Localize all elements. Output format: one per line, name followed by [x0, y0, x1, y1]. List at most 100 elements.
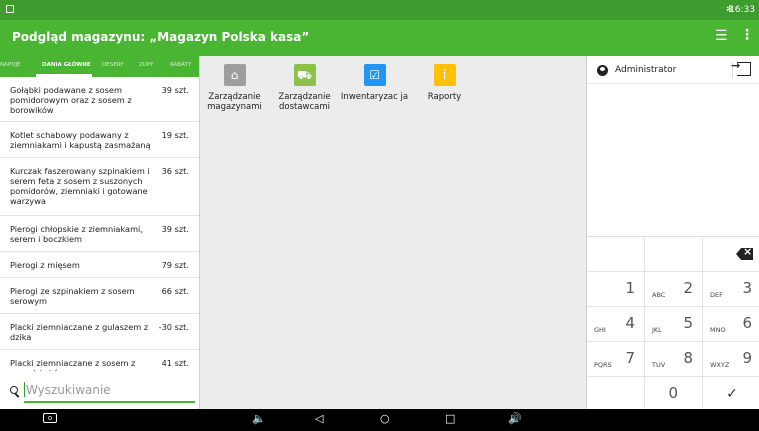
- key-letters: DEF: [710, 291, 723, 299]
- key-8[interactable]: TUV 8: [645, 342, 703, 377]
- app-bar: Podgląd magazynu: „Magazyn Polska kasa” …: [0, 20, 759, 56]
- product-list: Gołąbki podawane z sosem pomidorowym ora…: [0, 77, 199, 371]
- list-item[interactable]: Pierogi z mięsem 79 szt.: [0, 252, 199, 278]
- key-letters: WXYZ: [710, 361, 730, 369]
- key-digit: 3: [742, 279, 752, 297]
- item-name: Kotlet schabowy podawany z ziemniakami i…: [10, 130, 151, 150]
- volume-down-icon[interactable]: 🔈: [252, 412, 266, 426]
- forklift-icon: ⛟: [293, 64, 316, 86]
- volume-up-icon[interactable]: 🔊: [508, 412, 522, 426]
- tile-label: Inwentaryzac ja: [340, 92, 409, 102]
- item-qty: 36 szt.: [161, 166, 189, 176]
- item-name: Pierogi chłopskie z ziemniakami, serem i…: [10, 224, 143, 244]
- tab-napoje[interactable]: NAPOJE: [0, 62, 21, 68]
- search-input[interactable]: [26, 380, 194, 400]
- item-name: Pierogi z mięsem: [10, 260, 80, 270]
- key-digit: 9: [742, 349, 752, 367]
- tile-supplier-management[interactable]: ⛟ Zarządzanie dostawcami: [267, 64, 342, 112]
- search-bar: [0, 371, 199, 409]
- back-icon[interactable]: ◁: [315, 412, 323, 426]
- key-1[interactable]: 1: [587, 272, 645, 307]
- tile-label: Zarządzanie dostawcami: [278, 92, 331, 112]
- key-7[interactable]: PQRS 7: [587, 342, 645, 377]
- item-name: Gołąbki podawane z sosem pomidorowym ora…: [10, 85, 132, 115]
- category-tabs: NAPOJE DANIA GŁÓWNE DESERY ZUPY RABATY: [0, 56, 199, 77]
- list-item[interactable]: Placki ziemniaczane z sosem z prawdziwkó…: [0, 350, 199, 371]
- user-icon: [597, 65, 608, 76]
- key-letters: ABC: [652, 291, 666, 299]
- user-panel: Administrator 1 ABC 2 DEF 3 GHI 4 JKL 5: [586, 56, 759, 412]
- key-digit: 6: [742, 314, 752, 332]
- item-name: Kurczak faszerowany szpinakiem i serem f…: [10, 166, 150, 206]
- key-letters: MNO: [710, 326, 726, 334]
- item-name: Placki ziemniaczane z sosem z prawdziwkó…: [10, 358, 136, 371]
- list-item[interactable]: Placki ziemniaczane z gulaszem z dzika -…: [0, 314, 199, 350]
- tile-reports[interactable]: i Raporty: [407, 64, 482, 102]
- text-cursor: [24, 382, 25, 397]
- list-item[interactable]: Gołąbki podawane z sosem pomidorowym ora…: [0, 77, 199, 122]
- key-3[interactable]: DEF 3: [703, 272, 759, 307]
- item-qty: -30 szt.: [158, 322, 189, 332]
- page-title: Podgląd magazynu: „Magazyn Polska kasa”: [12, 30, 310, 44]
- more-vert-icon[interactable]: ⋮: [740, 27, 754, 43]
- key-2[interactable]: ABC 2: [645, 272, 703, 307]
- home-nav-icon[interactable]: ○: [380, 412, 390, 426]
- item-qty: 41 szt.: [161, 358, 189, 368]
- tile-inventory[interactable]: ☑ Inwentaryzac ja: [337, 64, 412, 102]
- key-letters: GHI: [594, 326, 606, 334]
- key-digit: 0: [668, 384, 678, 402]
- screenshot-icon[interactable]: o: [43, 413, 57, 423]
- key-blank[interactable]: [587, 237, 645, 272]
- backspace-key[interactable]: [703, 237, 759, 272]
- list-item[interactable]: Kurczak faszerowany szpinakiem i serem f…: [0, 158, 199, 216]
- key-5[interactable]: JKL 5: [645, 307, 703, 342]
- user-name: Administrator: [615, 65, 677, 75]
- item-qty: 79 szt.: [161, 260, 189, 270]
- key-9[interactable]: WXYZ 9: [703, 342, 759, 377]
- key-6[interactable]: MNO 6: [703, 307, 759, 342]
- backspace-icon: [736, 248, 753, 260]
- key-letters: PQRS: [594, 361, 612, 369]
- item-qty: 39 szt.: [161, 224, 189, 234]
- item-name: Pierogi ze szpinakiem z sosem serowym: [10, 286, 135, 306]
- system-nav-bar: o 🔈 ◁ ○ □ 🔊: [0, 409, 759, 431]
- key-digit: 4: [625, 314, 635, 332]
- tab-dania-glowne[interactable]: DANIA GŁÓWNE: [42, 62, 91, 68]
- list-item[interactable]: Kotlet schabowy podawany z ziemniakami i…: [0, 122, 199, 158]
- clock: 16:33: [729, 5, 755, 15]
- checkbox-icon: ☑: [363, 64, 386, 86]
- user-header: Administrator: [587, 56, 759, 84]
- search-icon: [10, 386, 18, 394]
- item-qty: 39 szt.: [161, 85, 189, 95]
- tile-label: Raporty: [427, 92, 462, 102]
- recents-icon[interactable]: □: [445, 412, 455, 426]
- item-qty: 66 szt.: [161, 286, 189, 296]
- key-digit: 1: [625, 279, 635, 297]
- filter-icon[interactable]: ☰: [715, 28, 728, 44]
- key-digit: 2: [683, 279, 693, 297]
- key-0[interactable]: 0: [645, 377, 703, 412]
- key-digit: 8: [683, 349, 693, 367]
- key-letters: TUV: [652, 361, 666, 369]
- tab-rabaty[interactable]: RABATY: [170, 62, 191, 68]
- logout-icon[interactable]: [731, 59, 751, 76]
- key-letters: JKL: [652, 326, 662, 334]
- tile-warehouse-management[interactable]: ⌂ Zarządzanie magazynami: [197, 64, 272, 112]
- key-blank[interactable]: [645, 237, 703, 272]
- key-digit: 5: [683, 314, 693, 332]
- key-blank[interactable]: [587, 377, 645, 412]
- search-underline: [24, 401, 195, 403]
- tab-desery[interactable]: DESERY: [102, 62, 124, 68]
- key-4[interactable]: GHI 4: [587, 307, 645, 342]
- list-item[interactable]: Pierogi ze szpinakiem z sosem serowym 66…: [0, 278, 199, 314]
- sim-icon: [6, 5, 14, 13]
- home-icon: ⌂: [223, 64, 246, 86]
- status-bar: ✻ 16:33: [0, 0, 759, 20]
- info-icon: i: [433, 64, 456, 86]
- checkmark-icon: ✓: [726, 386, 738, 402]
- confirm-key[interactable]: ✓: [703, 377, 759, 412]
- item-name: Placki ziemniaczane z gulaszem z dzika: [10, 322, 149, 342]
- actions-panel: ⌂ Zarządzanie magazynami ⛟ Zarządzanie d…: [199, 56, 586, 409]
- tab-zupy[interactable]: ZUPY: [139, 62, 153, 68]
- list-item[interactable]: Pierogi chłopskie z ziemniakami, serem i…: [0, 216, 199, 252]
